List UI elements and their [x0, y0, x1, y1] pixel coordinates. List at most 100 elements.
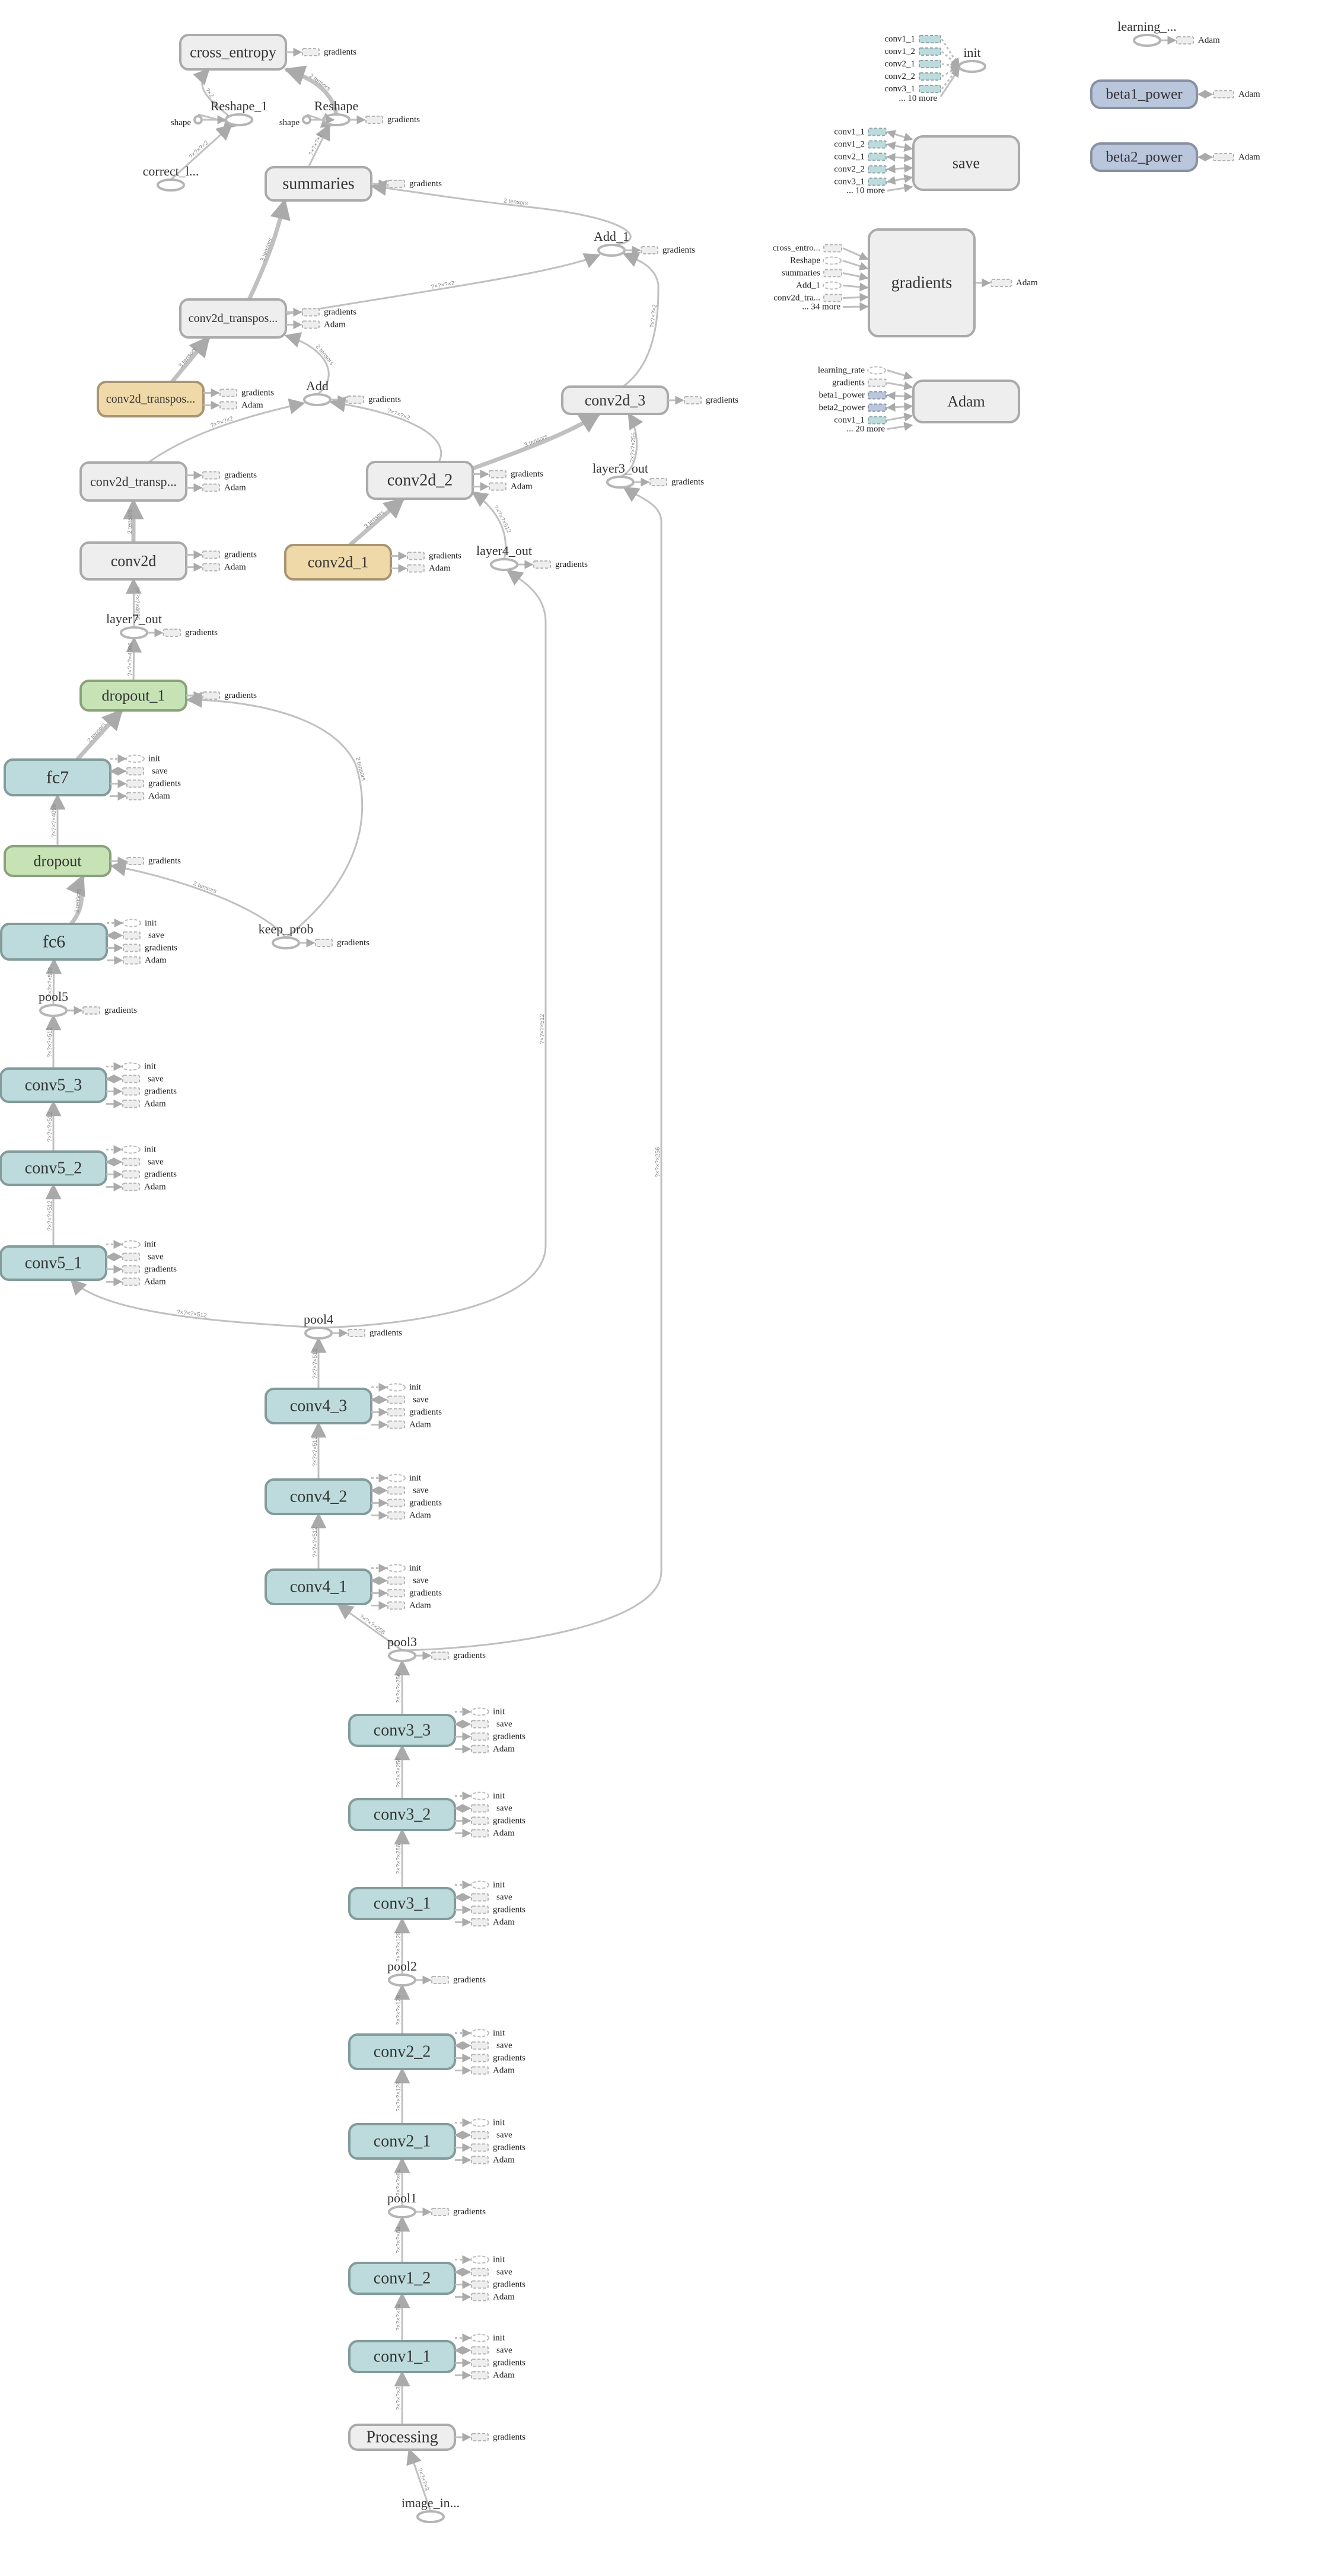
aux-connector-init[interactable]: init [371, 1474, 422, 1483]
aux-connector-gradients[interactable]: gradients [186, 471, 257, 480]
op-correct-l[interactable]: correct_l... [143, 164, 199, 192]
more-inputs-label[interactable]: ... 10 more [846, 186, 885, 196]
aux-connector-gradients[interactable]: gradients [350, 115, 420, 125]
aux-connector-gradients[interactable]: gradients [371, 1499, 442, 1508]
node-conv4-2[interactable]: conv4_2 [265, 1478, 372, 1515]
node-fc7[interactable]: fc7 [4, 758, 112, 796]
aux-connector-save[interactable]: save [109, 767, 168, 776]
aux-connector-save[interactable]: save [454, 2041, 512, 2051]
node-conv3-1[interactable]: conv3_1 [348, 1887, 456, 1920]
aux-connector-init[interactable]: init [371, 1564, 422, 1573]
init-input-conv2-1[interactable]: conv2_1 [884, 59, 960, 70]
op-keep-prob[interactable]: keep_prob [259, 922, 314, 949]
aux-connector-gradients[interactable]: gradients [106, 1087, 177, 1096]
aux-input-conv3-1[interactable]: conv3_1 [834, 174, 913, 187]
aux-input-reshape[interactable]: Reshape [790, 256, 869, 271]
aux-connector-gradients[interactable]: gradients [455, 2143, 525, 2153]
aux-connector-adam[interactable]: Adam [371, 1511, 431, 1520]
aux-connector-init[interactable]: init [455, 1707, 505, 1717]
node-conv3-3[interactable]: conv3_3 [348, 1714, 456, 1747]
aux-connector-gradients[interactable]: gradients [106, 1170, 177, 1179]
aux-connector-gradients[interactable]: gradients [203, 388, 274, 398]
aux-input-conv2d-tra---[interactable]: conv2d_tra... [773, 292, 869, 303]
node-conv5-3[interactable]: conv5_3 [0, 1067, 107, 1103]
aux-connector-save[interactable]: save [454, 1893, 512, 1902]
aux-connector-init[interactable]: init [106, 1240, 157, 1249]
aux-connector-init[interactable]: init [455, 2255, 505, 2265]
node-conv5-2[interactable]: conv5_2 [0, 1150, 107, 1186]
aux-connector-save[interactable]: save [370, 1395, 429, 1405]
node-conv3-2[interactable]: conv3_2 [348, 1798, 456, 1831]
op-pool4[interactable]: pool4 [304, 1312, 333, 1340]
more-inputs-label[interactable]: ... 20 more [846, 425, 885, 434]
edge-conv2d-1-to-conv2d-2[interactable] [348, 497, 405, 547]
aux-connector-gradients[interactable]: gradients [186, 691, 257, 700]
aux-connector-init[interactable]: init [455, 1791, 505, 1801]
aux-connector-adam[interactable]: Adam [455, 2066, 515, 2076]
node-summaries[interactable]: summaries [265, 166, 372, 202]
edge-pool4-to-layer4-out[interactable] [318, 569, 547, 1329]
aux-connector-gradients[interactable]: gradients [110, 779, 181, 789]
aux-connector-gradients[interactable]: gradients [332, 1328, 402, 1338]
aux-input-beta2-power[interactable]: beta2_power [819, 402, 913, 413]
node-conv2d-transp[interactable]: conv2d_transp... [79, 461, 187, 502]
edge-add-1-to-summaries[interactable] [370, 180, 632, 246]
aux-input-conv2-1[interactable]: conv2_1 [834, 152, 913, 162]
aux-connector-adam[interactable]: Adam [1161, 36, 1220, 45]
aux-connector-save[interactable]: save [454, 2131, 512, 2140]
aux-input-beta1-power[interactable]: beta1_power [819, 391, 913, 401]
op-init[interactable]: init [958, 45, 986, 73]
aux-connector-gradients[interactable]: gradients [186, 550, 257, 560]
aux-connector-gradients[interactable]: gradients [107, 943, 177, 953]
edge-keep-prob-to-dropout-1[interactable] [186, 691, 364, 939]
aux-node-adam[interactable]: Adam learning_rate gradients beta1_powerbet… [818, 366, 1020, 434]
aux-connector-save[interactable]: save [106, 931, 164, 941]
aux-connector-save[interactable]: save [454, 1804, 512, 1813]
op-pool2[interactable]: pool2 [387, 1959, 417, 1987]
aux-connector-save[interactable]: save [454, 2346, 512, 2355]
aux-connector-save[interactable]: save [105, 1075, 164, 1084]
aux-input-conv1-2[interactable]: conv1_2 [834, 140, 913, 152]
aux-connector-init[interactable]: init [106, 1145, 157, 1155]
aux-connector-gradients[interactable]: gradients [518, 560, 588, 569]
op-pool1[interactable]: pool1 [387, 2191, 417, 2218]
node-conv2-2[interactable]: conv2_2 [348, 2033, 456, 2070]
aux-connector-init[interactable]: init [455, 1880, 505, 1890]
aux-node-beta1-power[interactable]: beta1_power Adam [1090, 79, 1260, 109]
op-pool3[interactable]: pool3 [387, 1634, 417, 1662]
graph-canvas[interactable]: ?×22 tensors?×?×?×2 ?×?×?×23 tensors2 ten… [0, 0, 1341, 2576]
aux-connector-save[interactable]: save [454, 2268, 512, 2277]
aux-connector-gradients[interactable]: gradients [455, 2054, 525, 2063]
aux-connector-adam[interactable]: Adam [186, 483, 246, 493]
aux-connector-gradients[interactable]: gradients [67, 1006, 137, 1015]
aux-input-conv1-1[interactable]: conv1_1 [834, 127, 913, 142]
op-shape-a[interactable]: shape [171, 115, 227, 127]
edge-pool3-to-layer3-out[interactable] [402, 486, 662, 1652]
aux-connector-gradients[interactable]: gradients [473, 470, 543, 479]
aux-connector-gradients[interactable]: gradients [300, 938, 370, 948]
op-layer4-out[interactable]: layer4_out [476, 543, 532, 571]
aux-connector-gradients[interactable]: gradients [455, 2358, 525, 2368]
aux-connector-adam[interactable]: Adam [106, 1182, 166, 1192]
aux-connector-adam[interactable]: Adam [391, 564, 451, 573]
aux-connector-init[interactable]: init [455, 2118, 505, 2128]
node-conv2d[interactable]: conv2d [79, 541, 187, 581]
aux-connector-gradients[interactable]: gradients [455, 2280, 525, 2290]
aux-connector-adam[interactable]: Adam [473, 482, 533, 492]
aux-connector-save[interactable]: save [454, 1720, 512, 1729]
aux-input-gradients[interactable]: gradients [832, 378, 913, 391]
aux-input-conv2-2[interactable]: conv2_2 [834, 164, 913, 174]
node-conv1-2[interactable]: conv1_2 [348, 2262, 456, 2295]
op-layer3-out[interactable]: layer3_out [593, 461, 648, 489]
aux-connector-gradients[interactable]: gradients [371, 1408, 442, 1417]
aux-connector-gradients[interactable]: gradients [625, 246, 695, 255]
aux-connector-save[interactable]: save [105, 1252, 164, 1262]
aux-node-beta2-power[interactable]: beta2_power Adam [1090, 142, 1260, 172]
node-conv2d-transpose-b[interactable]: conv2d_transpos... [97, 381, 205, 417]
node-dropout-1[interactable]: dropout_1 [79, 680, 187, 712]
op-add-1[interactable]: Add_1 [594, 229, 629, 257]
node-cross-entropy[interactable]: cross_entropy [179, 34, 287, 71]
node-conv2d-1[interactable]: conv2d_1 [284, 544, 392, 581]
edge-conv2d-2-to-add[interactable] [329, 396, 442, 463]
aux-connector-gradients[interactable]: gradients [391, 551, 461, 561]
